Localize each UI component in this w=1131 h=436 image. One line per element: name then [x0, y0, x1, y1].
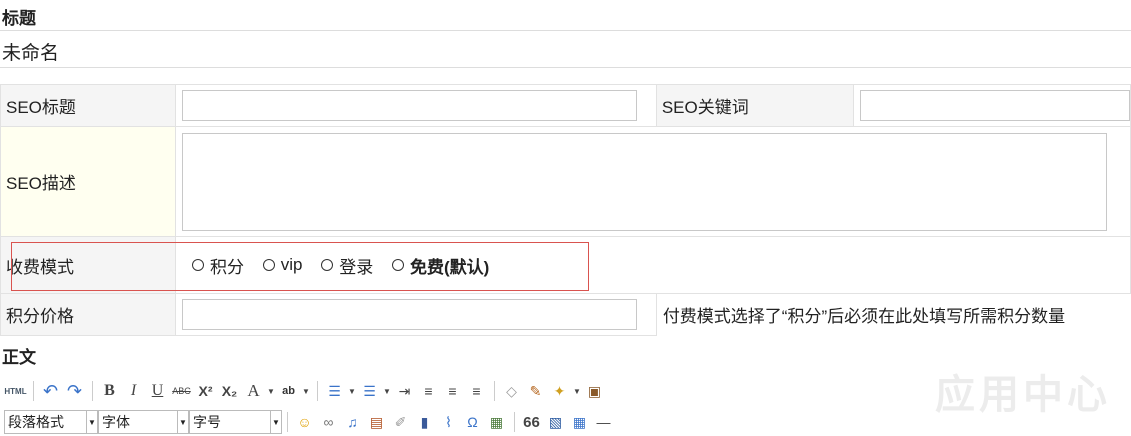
- toolbar-separator: [514, 412, 515, 432]
- table-icon[interactable]: ▦: [568, 411, 591, 433]
- seo-title-input[interactable]: [182, 90, 638, 121]
- chevron-down-icon[interactable]: ▼: [382, 380, 392, 402]
- body-section-label: 正文: [2, 348, 36, 367]
- seo-keywords-input[interactable]: [860, 90, 1130, 121]
- html-source-button[interactable]: HTML: [4, 380, 27, 402]
- horizontal-rule-icon[interactable]: —: [592, 411, 615, 433]
- superscript-button[interactable]: X²: [194, 380, 217, 402]
- seo-keywords-label: SEO关键词: [655, 84, 855, 127]
- seo-form-table: SEO标题 SEO关键词 SEO描述 收费模式 积分 vip 登录 免费(默认)…: [0, 84, 1131, 336]
- toolbar-row-1: HTML ↶ ↷ B I U ABC X² X₂ A ▼ ab ▼ ☰ ▼ ☰ …: [4, 378, 607, 404]
- chevron-down-icon: ▼: [86, 411, 97, 433]
- unordered-list-icon[interactable]: ☰: [358, 380, 381, 402]
- align-left-icon[interactable]: ≡: [417, 380, 440, 402]
- format-brush-icon[interactable]: ✎: [524, 380, 547, 402]
- emoji-icon[interactable]: ☺: [293, 411, 316, 433]
- title-input[interactable]: 未命名: [2, 38, 59, 65]
- watermark: 应用中心: [935, 373, 1111, 417]
- align-center-icon[interactable]: ≡: [441, 380, 464, 402]
- font-family-select[interactable]: 字体 ▼: [98, 410, 189, 434]
- chevron-down-icon: ▼: [177, 411, 188, 433]
- word-import-icon[interactable]: ▧: [544, 411, 567, 433]
- indent-icon[interactable]: ⇥: [393, 380, 416, 402]
- special-char-button[interactable]: Ω: [461, 411, 484, 433]
- ordered-list-icon[interactable]: ☰: [323, 380, 346, 402]
- chevron-down-icon[interactable]: ▼: [266, 380, 276, 402]
- points-hint: 付费模式选择了“积分”后必须在此处填写所需积分数量: [662, 307, 1066, 327]
- redo-icon[interactable]: ↷: [63, 380, 86, 402]
- points-price-input[interactable]: [182, 299, 638, 330]
- toolbar-row-2: 段落格式 ▼ 字体 ▼ 字号 ▼ ☺ ∞ ♫ ▤ ✐ ▮ ⌇ Ω ▦ 66 ▧ ▦ —: [4, 409, 616, 435]
- subscript-button[interactable]: X₂: [218, 380, 241, 402]
- toolbar-separator: [287, 412, 288, 432]
- title-section-label: 标题: [2, 9, 36, 28]
- chevron-down-icon[interactable]: ▼: [301, 380, 311, 402]
- toolbar-separator: [494, 381, 495, 401]
- chevron-down-icon[interactable]: ▼: [347, 380, 357, 402]
- seo-desc-textarea[interactable]: [182, 132, 1108, 231]
- font-color-button[interactable]: A: [242, 380, 265, 402]
- eraser-icon[interactable]: ◇: [500, 380, 523, 402]
- font-size-select[interactable]: 字号 ▼: [189, 410, 282, 434]
- highlight-box: [11, 242, 589, 291]
- seo-desc-label: SEO描述: [0, 126, 177, 237]
- map-icon[interactable]: ▦: [485, 411, 508, 433]
- link-icon[interactable]: ∞: [317, 411, 340, 433]
- paste-text-icon[interactable]: ▣: [583, 380, 606, 402]
- video-icon[interactable]: ▮: [413, 411, 436, 433]
- highlight-color-button[interactable]: ab: [277, 380, 300, 402]
- undo-icon[interactable]: ↶: [39, 380, 62, 402]
- bold-button[interactable]: B: [98, 380, 121, 402]
- toolbar-separator: [317, 381, 318, 401]
- toolbar-separator: [92, 381, 93, 401]
- chevron-down-icon[interactable]: ▼: [572, 380, 582, 402]
- italic-button[interactable]: I: [122, 380, 145, 402]
- magic-wand-icon[interactable]: ✦: [548, 380, 571, 402]
- chevron-down-icon: ▼: [270, 411, 281, 433]
- paragraph-format-select[interactable]: 段落格式 ▼: [4, 410, 98, 434]
- scrawl-icon[interactable]: ✐: [389, 411, 412, 433]
- align-right-icon[interactable]: ≡: [465, 380, 488, 402]
- blockquote-button[interactable]: 66: [520, 411, 543, 433]
- title-row: [0, 30, 1131, 68]
- toolbar-separator: [33, 381, 34, 401]
- seo-title-label: SEO标题: [0, 84, 177, 127]
- underline-button[interactable]: U: [146, 380, 169, 402]
- strikethrough-button[interactable]: ABC: [170, 380, 193, 402]
- points-price-label: 积分价格: [0, 293, 177, 336]
- music-icon[interactable]: ♫: [341, 411, 364, 433]
- image-icon[interactable]: ▤: [365, 411, 388, 433]
- attachment-icon[interactable]: ⌇: [437, 411, 460, 433]
